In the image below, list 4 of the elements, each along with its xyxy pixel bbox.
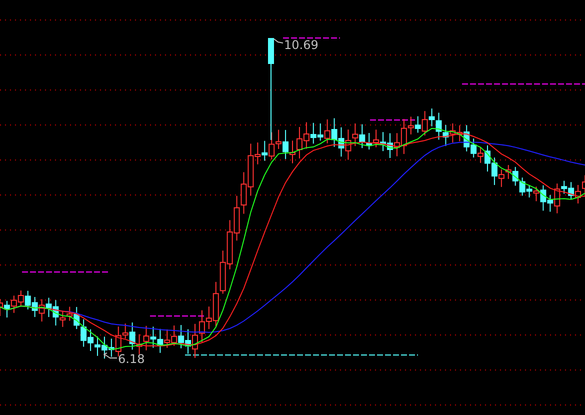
leader-line [104,352,118,358]
low-price-label: 6.18 [118,352,145,366]
high-price-label: 10.69 [284,38,318,52]
leader-line [274,38,284,44]
